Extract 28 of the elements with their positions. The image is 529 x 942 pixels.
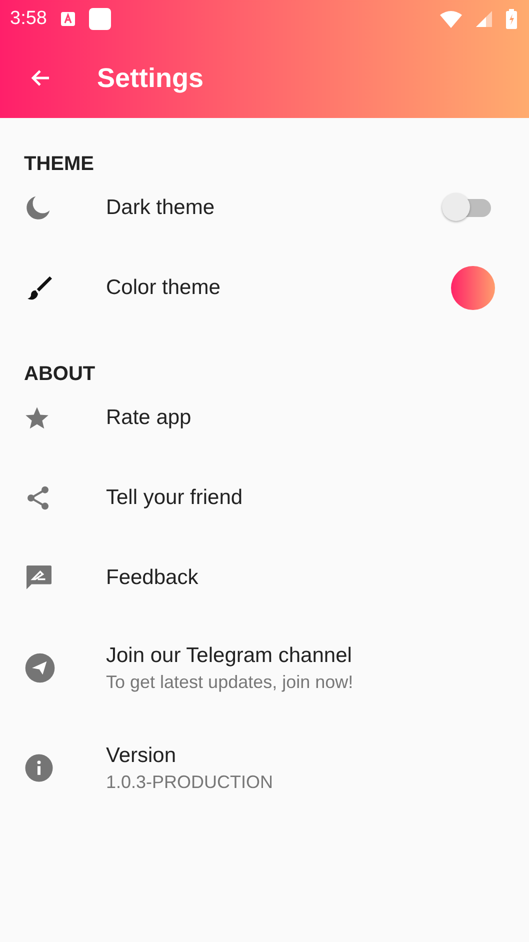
item-label: Rate app [106, 406, 192, 430]
item-label: Color theme [106, 276, 220, 300]
item-label: Tell your friend [106, 486, 243, 510]
item-label: Feedback [106, 566, 198, 590]
status-time: 3:58 [10, 8, 47, 30]
settings-item[interactable]: Join our Telegram channel To get latest updates, join now! [0, 618, 529, 718]
screen-title: Settings [97, 62, 204, 94]
wifi-icon [440, 10, 462, 28]
send-icon [24, 652, 56, 684]
battery-icon [506, 9, 517, 29]
moon-icon [24, 194, 52, 222]
item-subtitle: 1.0.3-PRODUCTION [106, 772, 274, 792]
section-header: ABOUT [24, 362, 96, 386]
signal-icon [476, 11, 492, 27]
item-label: Version [106, 744, 176, 768]
settings-item[interactable]: Feedback [0, 538, 529, 618]
info-icon [24, 753, 54, 783]
settings-item[interactable]: Tell your friend [0, 458, 529, 538]
item-label: Dark theme [106, 196, 215, 220]
item-label: Join our Telegram channel [106, 644, 352, 668]
section-header: THEME [24, 152, 94, 176]
settings-item[interactable]: Version 1.0.3-PRODUCTION [0, 718, 529, 818]
star-icon [24, 405, 50, 431]
item-subtitle: To get latest updates, join now! [106, 672, 354, 692]
settings-item[interactable]: Color theme [0, 248, 529, 328]
color-swatch[interactable] [451, 266, 495, 310]
notification-icon [60, 12, 75, 26]
square-icon [88, 8, 111, 30]
